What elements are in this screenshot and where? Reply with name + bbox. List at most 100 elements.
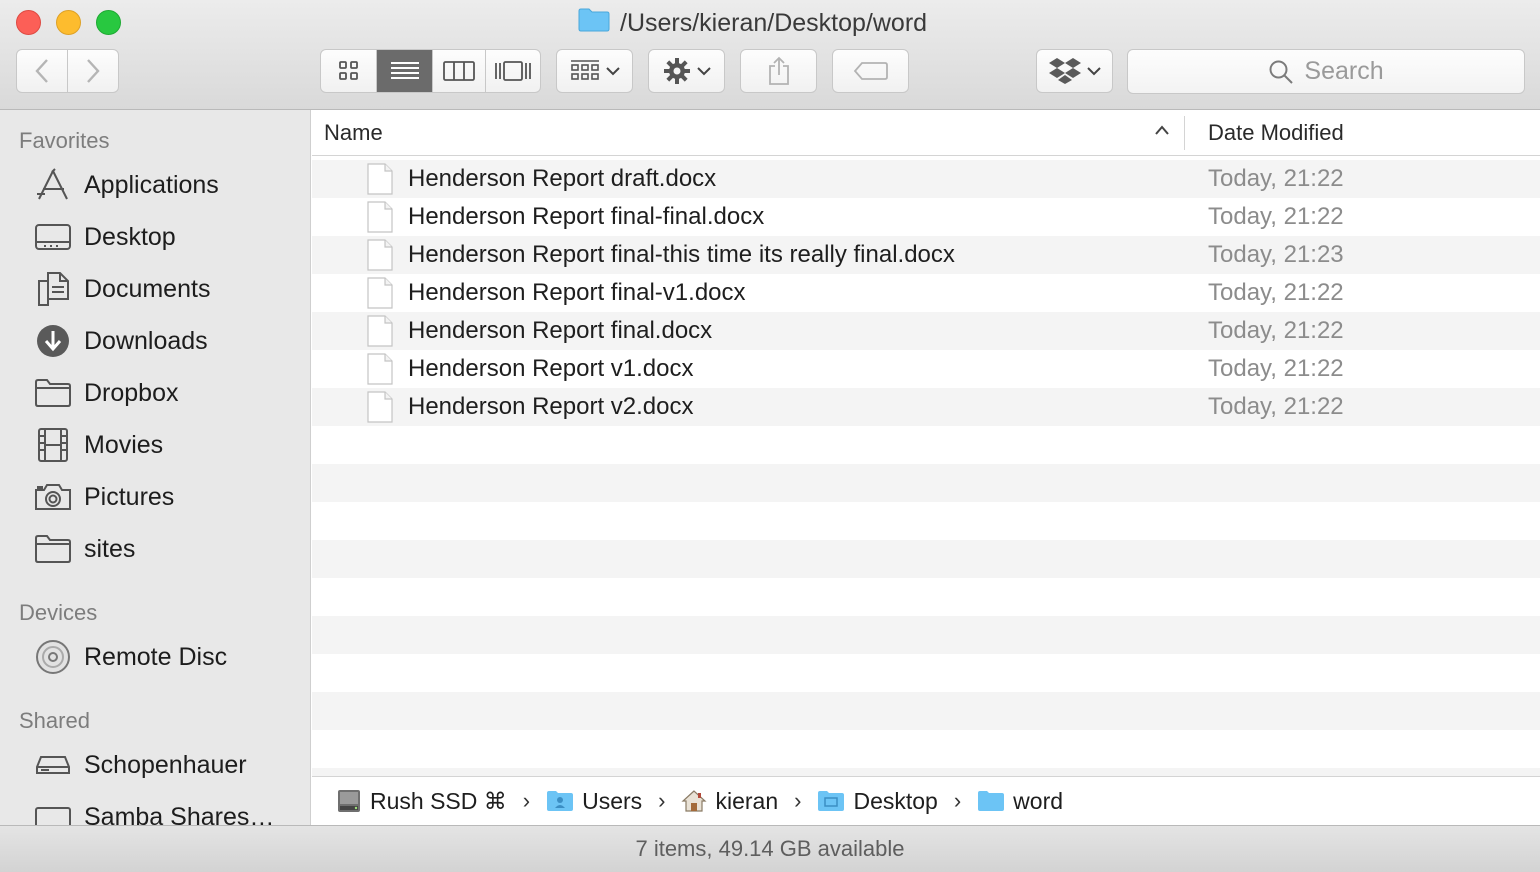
sort-ascending-icon[interactable]: [1154, 124, 1170, 136]
file-row[interactable]: Henderson Report final-v1.docx Today, 21:…: [312, 274, 1540, 312]
file-name: Henderson Report final-this time its rea…: [408, 241, 955, 268]
action-dropdown[interactable]: [648, 49, 725, 93]
server-icon: [34, 746, 72, 784]
cover-flow-view-button[interactable]: [486, 50, 541, 92]
document-icon: [366, 163, 394, 200]
forward-button[interactable]: [68, 49, 119, 93]
users-folder-icon: [546, 790, 574, 812]
sidebar-item-dropbox[interactable]: Dropbox: [34, 373, 179, 413]
empty-row: [312, 730, 1540, 768]
list-icon: [390, 62, 419, 79]
file-row[interactable]: Henderson Report v1.docx Today, 21:22: [312, 350, 1540, 388]
desktop-folder-icon: [817, 790, 845, 812]
disc-icon: [34, 638, 72, 676]
folder-icon: [34, 530, 72, 568]
sidebar-item-schopenhauer[interactable]: Schopenhauer: [34, 745, 247, 785]
name-column-header[interactable]: Name: [324, 120, 383, 146]
maximize-window-button[interactable]: [96, 10, 121, 35]
path-crumb-label: Desktop: [853, 787, 938, 814]
arrange-grid-icon: [570, 60, 599, 80]
empty-row: [312, 426, 1540, 464]
path-crumb-kieran[interactable]: kieran: [681, 788, 778, 815]
document-icon: [366, 353, 394, 390]
file-date-modified: Today, 21:22: [1208, 317, 1344, 344]
close-window-button[interactable]: [16, 10, 41, 35]
column-divider[interactable]: [1184, 116, 1185, 150]
path-crumb-rush-ssd[interactable]: Rush SSD ⌘: [336, 788, 507, 815]
hard-drive-icon: [336, 788, 362, 814]
path-crumb-users[interactable]: Users: [546, 788, 642, 815]
icon-view-button[interactable]: [321, 50, 378, 92]
back-button[interactable]: [17, 49, 68, 93]
sidebar: Favorites Applications Desktop Documents…: [0, 110, 311, 825]
sidebar-item-desktop[interactable]: Desktop: [34, 217, 176, 257]
empty-row: [312, 578, 1540, 616]
applications-icon: [34, 166, 72, 204]
tags-button[interactable]: [832, 49, 909, 93]
sidebar-item-pictures[interactable]: Pictures: [34, 477, 174, 517]
shared-heading: Shared: [19, 708, 90, 733]
tag-icon: [853, 62, 888, 80]
chevron-right-icon: [86, 59, 100, 83]
file-name: Henderson Report draft.docx: [408, 165, 717, 192]
sidebar-item-downloads[interactable]: Downloads: [34, 321, 208, 361]
date-modified-column-header[interactable]: Date Modified: [1208, 120, 1344, 146]
list-view-button[interactable]: [377, 50, 433, 92]
back-forward-group: [16, 49, 119, 93]
file-row[interactable]: Henderson Report final.docx Today, 21:22: [312, 312, 1540, 350]
folder-icon: [977, 790, 1005, 812]
file-name: Henderson Report v1.docx: [408, 355, 694, 382]
sidebar-item-samba-shares[interactable]: Samba Shares…: [34, 797, 274, 825]
sidebar-item-documents[interactable]: Documents: [34, 269, 210, 309]
sidebar-item-label: Movies: [84, 430, 164, 459]
arrange-dropdown[interactable]: [556, 49, 633, 93]
file-list: Henderson Report draft.docx Today, 21:22 H…: [312, 160, 1540, 776]
share-button[interactable]: [740, 49, 817, 93]
sidebar-item-label: Documents: [84, 274, 211, 303]
columns-icon: [442, 61, 475, 81]
file-row[interactable]: Henderson Report final-this time its rea…: [312, 236, 1540, 274]
sidebar-item-label: Samba Shares…: [84, 802, 275, 826]
empty-row: [312, 654, 1540, 692]
documents-icon: [34, 270, 72, 308]
sidebar-item-movies[interactable]: Movies: [34, 425, 163, 465]
document-icon: [366, 201, 394, 238]
empty-row: [312, 540, 1540, 578]
sidebar-item-label: Desktop: [84, 222, 176, 251]
status-bar: 7 items, 49.14 GB available: [0, 825, 1540, 872]
empty-row: [312, 768, 1540, 776]
share-icon: [768, 56, 789, 85]
file-row[interactable]: Henderson Report draft.docx Today, 21:22: [312, 160, 1540, 198]
desktop-icon: [34, 218, 72, 256]
devices-heading: Devices: [19, 600, 98, 625]
search-field[interactable]: Search: [1127, 49, 1525, 94]
file-date-modified: Today, 21:23: [1208, 241, 1344, 268]
window-title-text: /Users/kieran/Desktop/word: [620, 8, 928, 37]
document-icon: [366, 315, 394, 352]
empty-row: [312, 464, 1540, 502]
sidebar-item-applications[interactable]: Applications: [34, 165, 219, 205]
document-icon: [366, 239, 394, 276]
file-date-modified: Today, 21:22: [1208, 279, 1344, 306]
gear-icon: [663, 58, 690, 84]
dropbox-dropdown[interactable]: [1036, 49, 1113, 93]
sidebar-item-label: Dropbox: [84, 378, 179, 407]
path-crumb-desktop[interactable]: Desktop: [817, 787, 938, 815]
movies-icon: [34, 426, 72, 464]
file-name: Henderson Report final.docx: [408, 317, 713, 344]
folder-icon: [578, 8, 610, 39]
chevron-down-icon: [1087, 67, 1101, 76]
path-crumb-word[interactable]: word: [977, 788, 1063, 815]
chevron-right-icon: ›: [953, 788, 962, 813]
document-icon: [366, 391, 394, 428]
sidebar-item-sites[interactable]: sites: [34, 529, 135, 569]
minimize-window-button[interactable]: [56, 10, 81, 35]
chevron-right-icon: ›: [522, 788, 531, 813]
sidebar-item-label: Downloads: [84, 326, 208, 355]
sidebar-item-remote-disc[interactable]: Remote Disc: [34, 637, 227, 677]
column-view-button[interactable]: [433, 50, 486, 92]
file-row[interactable]: Henderson Report final-final.docx Today, …: [312, 198, 1540, 236]
path-crumb-label: Rush SSD ⌘: [370, 787, 507, 814]
sidebar-item-label: sites: [84, 534, 136, 563]
file-row[interactable]: Henderson Report v2.docx Today, 21:22: [312, 388, 1540, 426]
